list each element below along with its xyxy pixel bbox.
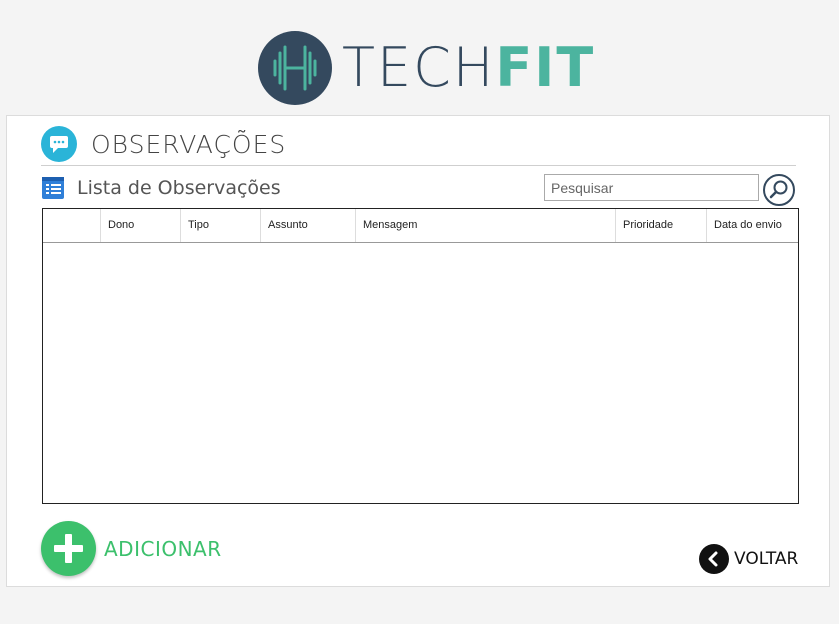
table-header-row: Dono Tipo Assunto Mensagem Prioridade Da… [43,209,798,243]
chat-bubble-icon [41,126,77,162]
section-header: OBSERVAÇÕES [41,126,286,162]
add-button[interactable]: ADICIONAR [41,521,222,576]
logo-text-fit: FIT [495,35,596,99]
column-header-mensagem[interactable]: Mensagem [356,209,616,242]
chevron-left-icon [699,544,729,574]
back-button[interactable]: VOLTAR [699,544,798,574]
search-input[interactable] [544,174,759,201]
observations-table[interactable]: Dono Tipo Assunto Mensagem Prioridade Da… [42,208,799,504]
logo-text-tech: TECH [342,35,496,99]
search-button[interactable] [763,174,795,206]
list-icon [41,175,67,201]
column-header-select[interactable] [43,209,101,242]
list-title: Lista de Observações [77,177,281,199]
column-header-tipo[interactable]: Tipo [181,209,261,242]
header-divider [41,165,796,166]
back-button-label: VOLTAR [734,549,799,569]
page-title: OBSERVAÇÕES [91,129,287,159]
column-header-dono[interactable]: Dono [101,209,181,242]
column-header-data-envio[interactable]: Data do envio [707,209,798,242]
column-header-prioridade[interactable]: Prioridade [616,209,707,242]
search-icon [769,180,788,199]
list-header: Lista de Observações [41,175,281,201]
techfit-logo: TECH FIT [258,30,595,105]
plus-icon [41,521,96,576]
column-header-assunto[interactable]: Assunto [261,209,356,242]
logo-dumbbell-icon [258,30,332,105]
add-button-label: ADICIONAR [104,536,222,561]
main-panel: OBSERVAÇÕES Lista de Observações Pesquis… [6,115,830,587]
